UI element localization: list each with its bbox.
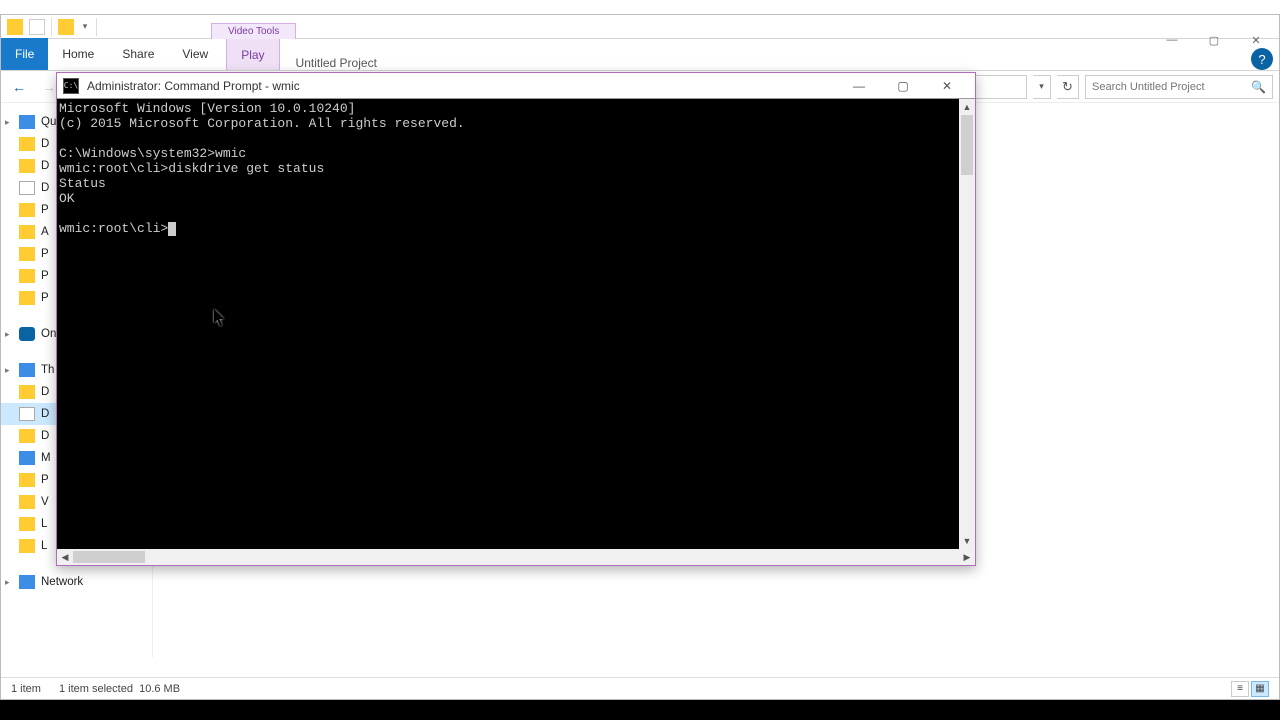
qat-placeholder[interactable]	[29, 19, 45, 35]
nav-item-label: P	[41, 474, 49, 486]
nav-item-label: M	[41, 452, 51, 464]
tab-share[interactable]: Share	[108, 38, 168, 70]
nav-item-icon	[19, 539, 35, 553]
nav-item-icon	[19, 451, 35, 465]
nav-item-icon	[19, 247, 35, 261]
scroll-down-icon[interactable]: ▼	[959, 533, 975, 549]
scroll-thumb[interactable]	[73, 551, 145, 563]
search-input[interactable]	[1092, 81, 1266, 93]
nav-item-label: P	[41, 204, 49, 216]
scroll-right-icon[interactable]: ▶	[959, 549, 975, 565]
ribbon: Video Tools File Home Share View Play Un…	[1, 39, 1279, 71]
nav-item-label: V	[41, 496, 49, 508]
qat-dropdown-icon[interactable]: ▾	[80, 20, 90, 34]
nav-item[interactable]: ▸Network	[1, 571, 152, 593]
back-button[interactable]: ←	[7, 75, 31, 99]
tab-play[interactable]: Play	[226, 38, 279, 70]
nav-item-label: On	[41, 328, 56, 340]
status-selected: 1 item selected 10.6 MB	[59, 683, 180, 695]
search-box[interactable]: 🔍	[1085, 75, 1273, 99]
search-icon: 🔍	[1251, 80, 1266, 94]
nav-item-label: A	[41, 226, 49, 238]
view-thumbnails-button[interactable]: ▦	[1251, 681, 1269, 697]
nav-item-label: L	[41, 518, 47, 530]
nav-item-label: D	[41, 182, 49, 194]
cursor-block	[168, 222, 176, 236]
nav-item-icon	[19, 429, 35, 443]
nav-item-icon	[19, 181, 35, 195]
nav-item-label: P	[41, 270, 49, 282]
nav-item-icon	[19, 115, 35, 129]
refresh-button[interactable]: ↻	[1057, 75, 1079, 99]
nav-item-label: P	[41, 248, 49, 260]
status-bar: 1 item 1 item selected 10.6 MB ≡ ▦	[1, 677, 1279, 699]
scroll-left-icon[interactable]: ◀	[57, 549, 73, 565]
nav-item-icon	[19, 495, 35, 509]
nav-item-label: D	[41, 408, 49, 420]
explorer-qat: ▾	[1, 15, 1279, 39]
view-details-button[interactable]: ≡	[1231, 681, 1249, 697]
nav-item-label: D	[41, 386, 49, 398]
cmd-title-text: Administrator: Command Prompt - wmic	[87, 79, 300, 93]
folder-icon	[7, 19, 23, 35]
nav-item-icon	[19, 203, 35, 217]
help-icon[interactable]: ?	[1251, 48, 1273, 70]
nav-item-icon	[19, 225, 35, 239]
nav-item-label: D	[41, 160, 49, 172]
nav-item-icon	[19, 327, 35, 341]
nav-item-icon	[19, 575, 35, 589]
nav-item-label: Th	[41, 364, 54, 376]
nav-item-icon	[19, 159, 35, 173]
nav-item-icon	[19, 385, 35, 399]
cmd-scrollbar-vertical[interactable]: ▲ ▼	[959, 99, 975, 549]
tab-home[interactable]: Home	[48, 38, 108, 70]
address-dropdown-icon[interactable]: ▾	[1033, 75, 1051, 99]
nav-item-icon	[19, 517, 35, 531]
tab-file[interactable]: File	[1, 38, 48, 70]
cmd-close-button[interactable]: ✕	[925, 74, 969, 98]
nav-item-icon	[19, 269, 35, 283]
folder-icon	[58, 19, 74, 35]
nav-item-icon	[19, 473, 35, 487]
qat-separator	[51, 18, 52, 36]
qat-separator	[96, 18, 97, 36]
nav-item-label: D	[41, 430, 49, 442]
nav-item-label: Network	[41, 576, 83, 588]
tab-view[interactable]: View	[168, 38, 222, 70]
nav-item-icon	[19, 363, 35, 377]
nav-item-icon	[19, 291, 35, 305]
cmd-titlebar[interactable]: C:\ Administrator: Command Prompt - wmic…	[57, 73, 975, 99]
scroll-thumb[interactable]	[961, 115, 973, 175]
cmd-icon: C:\	[63, 78, 79, 94]
nav-item-label: D	[41, 138, 49, 150]
nav-item-label: Qu	[41, 116, 56, 128]
nav-item-label: L	[41, 540, 47, 552]
scroll-up-icon[interactable]: ▲	[959, 99, 975, 115]
nav-item-icon	[19, 407, 35, 421]
ribbon-contextual-header: Video Tools	[211, 23, 296, 39]
cmd-minimize-button[interactable]: —	[837, 74, 881, 98]
cmd-window: C:\ Administrator: Command Prompt - wmic…	[56, 72, 976, 566]
window-title: Untitled Project	[296, 56, 377, 70]
cmd-maximize-button[interactable]: ▢	[881, 74, 925, 98]
cmd-scrollbar-horizontal[interactable]: ◀ ▶	[57, 549, 975, 565]
nav-item-icon	[19, 137, 35, 151]
cmd-output[interactable]: Microsoft Windows [Version 10.0.10240] (…	[57, 99, 975, 549]
nav-item-label: P	[41, 292, 49, 304]
status-count: 1 item	[11, 683, 41, 695]
